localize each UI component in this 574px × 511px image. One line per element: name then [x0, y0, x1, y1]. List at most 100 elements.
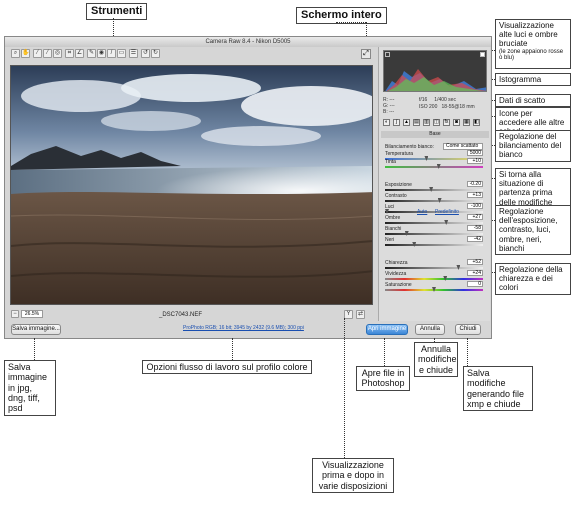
leader-apre — [384, 338, 385, 366]
preferences-icon[interactable]: ☰ — [129, 49, 138, 58]
cancel-button[interactable]: Annulla — [415, 324, 445, 335]
slider-label: Tinta — [385, 159, 396, 165]
callout-chiarezza: Regolazione della chiarezza e dei colori — [495, 263, 571, 295]
before-after-icon[interactable]: Y — [344, 310, 353, 319]
slider-label: Saturazione — [385, 282, 412, 288]
fullscreen-button[interactable]: ⤢ — [361, 49, 371, 59]
targeted-adjustment-icon[interactable]: ◎ — [53, 49, 62, 58]
slider-knob[interactable] — [437, 198, 442, 203]
slider-value-field[interactable]: +27 — [467, 214, 483, 220]
slider-knob[interactable] — [432, 287, 436, 292]
snapshots-tab-icon[interactable]: ◧ — [473, 119, 480, 126]
spot-removal-icon[interactable]: ✎ — [87, 49, 96, 58]
camera-calibration-tab-icon[interactable]: ◙ — [453, 119, 460, 126]
slider-value-field[interactable]: -100 — [467, 203, 483, 209]
slider-knob[interactable] — [436, 164, 441, 169]
camera-raw-window: Camera Raw 8.4 - Nikon D5005 ⌕ ✋ ⁄ ⁄ ◎ ⌗… — [4, 36, 492, 339]
slider-track[interactable] — [385, 209, 483, 214]
slider-value-field[interactable]: -0.20 — [467, 181, 483, 187]
tone-curve-tab-icon[interactable]: ∫ — [393, 119, 400, 126]
slider-track[interactable] — [385, 265, 483, 270]
slider-track[interactable] — [385, 198, 483, 203]
clipping-highlight-icon[interactable] — [480, 52, 485, 57]
slider-knob[interactable] — [429, 187, 434, 192]
slider-knob[interactable] — [404, 231, 409, 236]
slider-track[interactable] — [385, 287, 483, 292]
done-button[interactable]: Chiudi — [455, 324, 481, 335]
slider-track[interactable] — [385, 242, 483, 247]
toggle-settings-icon[interactable]: ⇄ — [356, 310, 365, 319]
graduated-filter-icon[interactable]: ▭ — [117, 49, 126, 58]
slider-value-field[interactable]: +52 — [467, 259, 483, 265]
slider-label: Neri — [385, 237, 395, 243]
basic-tab-icon[interactable]: ◐ — [383, 119, 390, 126]
hand-tool-icon[interactable]: ✋ — [21, 49, 30, 58]
slider-knob[interactable] — [444, 220, 449, 225]
shooting-data: f/16 1/400 sec ISO 200 18-55@18 mm — [419, 97, 475, 110]
beach-photo — [11, 66, 372, 304]
slider-label: Ombre — [385, 215, 401, 221]
slider-label: Bianchi — [385, 226, 402, 232]
callout-prima-dopo: Visualizzazione prima e dopo in varie di… — [312, 458, 394, 494]
slider-value-field[interactable]: -42 — [467, 236, 483, 242]
slider-label: Vividezza — [385, 271, 407, 277]
wb-select[interactable]: Come scattato — [443, 143, 483, 150]
effects-tab-icon[interactable]: fx — [443, 119, 450, 126]
color-sampler-icon[interactable]: ⁄ — [43, 49, 52, 58]
bottom-bar: Salva immagine... ProPhoto RGB; 16 bit; … — [5, 322, 491, 339]
crop-tool-icon[interactable]: ⌗ — [65, 49, 74, 58]
slider-value-field[interactable]: +10 — [467, 158, 483, 164]
open-image-button[interactable]: Apri immagine — [366, 324, 408, 335]
slider-value-field[interactable]: -58 — [467, 225, 483, 231]
save-image-button[interactable]: Salva immagine... — [11, 324, 61, 335]
brush-tool-icon[interactable]: / — [107, 49, 116, 58]
slider-track[interactable] — [385, 276, 483, 281]
zoom-out-icon[interactable]: − — [11, 310, 19, 318]
callout-opzioni: Opzioni flusso di lavoro sul profilo col… — [142, 360, 312, 375]
status-bar: − 26.5% _DSC7043.NEF Y ⇄ — [9, 309, 373, 321]
callout-strumenti: Strumenti — [86, 3, 148, 20]
slider-knob[interactable] — [385, 209, 389, 214]
slider-knob[interactable] — [443, 276, 448, 281]
presets-tab-icon[interactable]: ▦ — [463, 119, 470, 126]
split-toning-tab-icon[interactable]: ▥ — [423, 119, 430, 126]
rotate-cw-icon[interactable]: ↻ — [151, 49, 160, 58]
slider-label: Contrasto — [385, 193, 407, 199]
slider-track[interactable] — [385, 164, 483, 169]
callout-annulla: Annulla modifiche e chiude — [414, 342, 458, 378]
image-preview[interactable] — [10, 65, 373, 305]
red-eye-icon[interactable]: ◉ — [97, 49, 106, 58]
adjustment-panel: R: --- G: --- B: --- f/16 1/400 sec ISO 2… — [378, 47, 490, 321]
slider-value-field[interactable]: 5000 — [467, 150, 483, 156]
white-balance-tool-icon[interactable]: ⁄ — [33, 49, 42, 58]
slider-track[interactable] — [385, 220, 483, 225]
auto-link[interactable]: Auto — [417, 209, 427, 215]
section-title: Base — [381, 131, 489, 138]
detail-tab-icon[interactable]: ▲ — [403, 119, 410, 126]
straighten-tool-icon[interactable]: ∠ — [75, 49, 84, 58]
lens-tab-icon[interactable]: ◫ — [433, 119, 440, 126]
default-link[interactable]: Predefinito — [435, 209, 459, 215]
clipping-shadow-icon[interactable] — [385, 52, 390, 57]
rotate-ccw-icon[interactable]: ↺ — [141, 49, 150, 58]
slider-track[interactable] — [385, 231, 483, 236]
callout-bilanciamento: Regolazione del bilanciamento del bianco — [495, 130, 571, 162]
zoom-level[interactable]: 26.5% — [21, 310, 43, 318]
callout-salva-mod: Salva modifiche generando file xmp e chi… — [463, 366, 533, 412]
slider-value-field[interactable]: +13 — [467, 192, 483, 198]
window-title: Camera Raw 8.4 - Nikon D5005 — [5, 37, 491, 47]
leader-opzioni — [232, 338, 233, 360]
workflow-options-link[interactable]: ProPhoto RGB; 16 bit; 3945 by 2432 (9.6 … — [183, 325, 304, 331]
slider-knob[interactable] — [456, 265, 461, 270]
slider-value-field[interactable]: 0 — [467, 281, 483, 287]
slider-knob[interactable] — [424, 156, 429, 161]
hsl-tab-icon[interactable]: ▤ — [413, 119, 420, 126]
slider-value-field[interactable]: +24 — [467, 270, 483, 276]
panel-tabs: ◐ ∫ ▲ ▤ ▥ ◫ fx ◙ ▦ ◧ — [381, 119, 489, 128]
zoom-tool-icon[interactable]: ⌕ — [11, 49, 20, 58]
slider-knob[interactable] — [412, 242, 417, 247]
callout-esposizione: Regolazione dell'esposizione, contrasto,… — [495, 205, 571, 255]
histogram-graph — [385, 69, 486, 91]
histogram — [383, 50, 487, 92]
slider-track[interactable] — [385, 187, 483, 192]
